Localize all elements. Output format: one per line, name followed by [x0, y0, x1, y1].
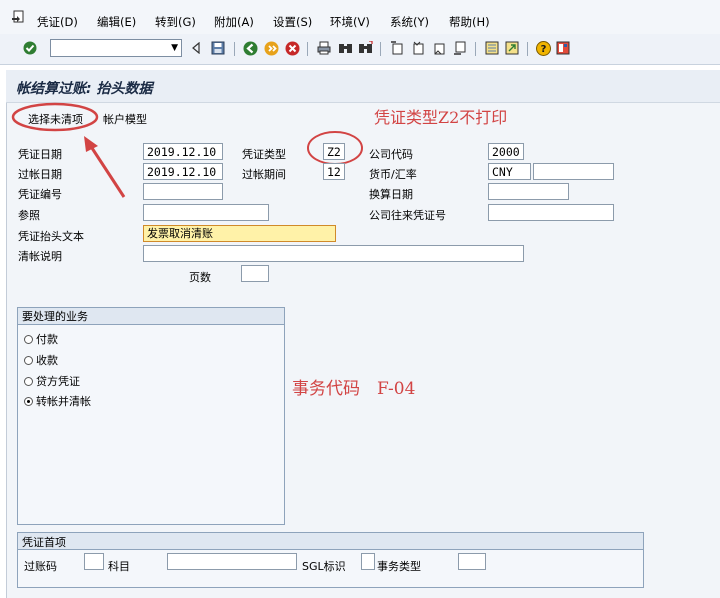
intercompany-doc-field[interactable]: [488, 204, 614, 221]
first-line-item-header: [18, 533, 643, 550]
doc-type-label: 凭证类型: [242, 148, 286, 161]
pages-field[interactable]: [241, 265, 269, 282]
radio-incoming[interactable]: 收款: [24, 352, 58, 368]
radio-transfer-clearing[interactable]: 转帐并清帐: [24, 393, 91, 409]
pages-label: 页数: [189, 271, 211, 284]
clearing-text-label: 清帐说明: [18, 250, 62, 263]
transaction-type-field[interactable]: [458, 553, 486, 570]
radio-button[interactable]: [24, 376, 33, 386]
posting-date-label: 过帐日期: [18, 168, 62, 181]
translation-date-field[interactable]: [488, 183, 569, 200]
exchange-rate-field[interactable]: [533, 163, 614, 180]
annotation-arrow-head: [84, 136, 98, 152]
doc-number-label: 凭证编号: [18, 188, 62, 201]
posting-date-field[interactable]: 2019.12.10: [143, 163, 223, 180]
doc-number-field[interactable]: [143, 183, 223, 200]
company-code-field[interactable]: 2000: [488, 143, 524, 160]
posting-key-label: 过账码: [24, 560, 57, 573]
radio-credit-memo-label: 贷方凭证: [36, 375, 80, 388]
sgl-indicator-field[interactable]: [361, 553, 375, 570]
doc-date-field[interactable]: 2019.12.10: [143, 143, 223, 160]
doc-date-label: 凭证日期: [18, 148, 62, 161]
radio-button[interactable]: [24, 334, 33, 344]
company-code-label: 公司代码: [369, 148, 413, 161]
account-field[interactable]: [167, 553, 297, 570]
reference-field[interactable]: [143, 204, 269, 221]
radio-button[interactable]: [24, 355, 33, 365]
translation-date-label: 换算日期: [369, 188, 413, 201]
intercompany-doc-label: 公司往来凭证号: [369, 209, 446, 222]
clearing-text-field[interactable]: [143, 245, 524, 262]
annotation-arrow-line: [88, 144, 126, 198]
radio-transfer-clearing-label: 转帐并清帐: [36, 395, 91, 408]
sgl-indicator-label: SGL标识: [302, 560, 346, 573]
account-label: 科目: [108, 560, 130, 573]
radio-payment-label: 付款: [36, 333, 58, 346]
posting-key-field[interactable]: [84, 553, 104, 570]
posting-period-label: 过帐期间: [242, 168, 286, 181]
first-line-item-title: 凭证首项: [22, 536, 66, 549]
doc-type-field[interactable]: Z2: [323, 143, 345, 160]
currency-field[interactable]: CNY: [488, 163, 531, 180]
radio-incoming-label: 收款: [36, 354, 58, 367]
radio-credit-memo[interactable]: 贷方凭证: [24, 373, 80, 389]
annotation-doc-type-note: 凭证类型Z2不打印: [374, 108, 508, 127]
header-text-label: 凭证抬头文本: [18, 230, 84, 243]
annotation-ellipse-open-items: [11, 102, 99, 132]
transaction-group-title: 要处理的业务: [22, 310, 88, 323]
radio-payment[interactable]: 付款: [24, 331, 58, 347]
posting-period-field[interactable]: 12: [323, 163, 345, 180]
reference-label: 参照: [18, 209, 40, 222]
currency-rate-label: 货币/汇率: [369, 168, 417, 181]
radio-button-selected[interactable]: [24, 396, 33, 406]
transaction-type-label: 事务类型: [377, 560, 421, 573]
annotation-transaction-code-note: 事务代码 F-04: [292, 379, 416, 399]
header-text-field[interactable]: 发票取消清账: [143, 225, 336, 242]
